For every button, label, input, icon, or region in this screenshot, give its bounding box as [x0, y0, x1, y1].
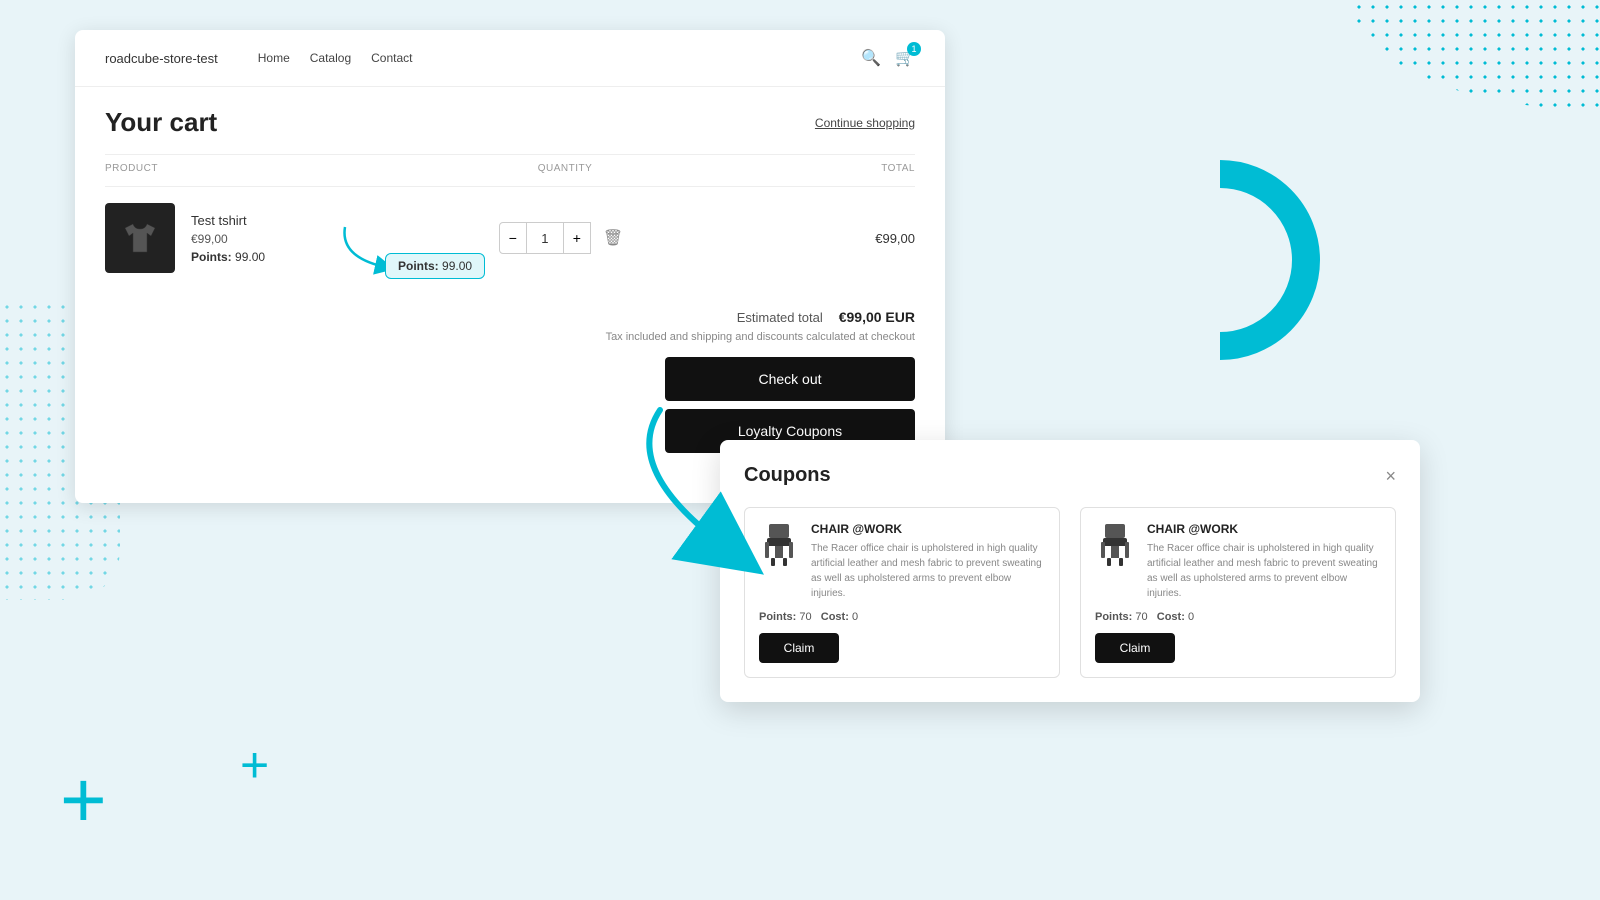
tooltip-value: 99.00	[442, 259, 472, 273]
coupon-cost-value-2: 0	[1188, 611, 1194, 623]
item-image	[105, 203, 175, 273]
continue-shopping-link[interactable]: Continue shopping	[815, 116, 915, 130]
bg-plus-large-decoration: +	[60, 760, 107, 840]
th-total: TOTAL	[645, 163, 915, 174]
coupon-cost-value-1: 0	[852, 611, 858, 623]
coupon-top-2: CHAIR @WORK The Racer office chair is up…	[1095, 522, 1381, 601]
coupon-points-value-1: 70	[799, 611, 811, 623]
nav-catalog[interactable]: Catalog	[310, 51, 351, 65]
quantity-decrease-button[interactable]: −	[499, 222, 527, 254]
modal-title: Coupons	[744, 464, 831, 487]
chair-icon-2	[1097, 524, 1133, 570]
coupon-top-1: CHAIR @WORK The Racer office chair is up…	[759, 522, 1045, 601]
modal-header: Coupons ×	[744, 464, 1396, 487]
bg-circle-decoration	[1120, 160, 1320, 360]
modal-close-button[interactable]: ×	[1385, 467, 1396, 485]
coupon-desc-1: The Racer office chair is upholstered in…	[811, 541, 1045, 601]
points-tooltip: Points: 99.00	[385, 253, 485, 279]
coupon-info-2: CHAIR @WORK The Racer office chair is up…	[1147, 522, 1381, 601]
coupon-cost-label-1: Cost:	[821, 611, 849, 623]
navigation: roadcube-store-test Home Catalog Contact…	[75, 30, 945, 87]
cart-badge: 1	[907, 42, 921, 56]
nav-contact[interactable]: Contact	[371, 51, 412, 65]
points-label: Points:	[191, 250, 232, 264]
claim-button-2[interactable]: Claim	[1095, 633, 1175, 663]
coupon-name-1: CHAIR @WORK	[811, 522, 1045, 536]
estimated-total-row: Estimated total €99,00 EUR	[737, 309, 915, 325]
claim-button-1[interactable]: Claim	[759, 633, 839, 663]
cart-item: Test tshirt €99,00 Points: 99.00 − 1 + 🗑…	[105, 186, 915, 289]
estimated-label: Estimated total	[737, 310, 823, 325]
coupon-card-1: CHAIR @WORK The Racer office chair is up…	[744, 507, 1060, 678]
coupons-grid: CHAIR @WORK The Racer office chair is up…	[744, 507, 1396, 678]
th-quantity: QUANTITY	[485, 163, 645, 174]
tooltip-label: Points:	[398, 259, 439, 273]
order-summary: Estimated total €99,00 EUR Tax included …	[105, 309, 915, 453]
coupon-points-value-2: 70	[1135, 611, 1147, 623]
coupon-meta-1: Points: 70 Cost: 0	[759, 611, 1045, 623]
points-value: 99.00	[235, 250, 265, 264]
cart-window: roadcube-store-test Home Catalog Contact…	[75, 30, 945, 503]
delete-item-button[interactable]: 🗑	[603, 228, 623, 248]
brand-name: roadcube-store-test	[105, 51, 218, 66]
search-icon[interactable]: 🔍	[861, 48, 881, 68]
coupon-desc-2: The Racer office chair is upholstered in…	[1147, 541, 1381, 601]
item-total: €99,00	[641, 231, 915, 246]
tax-note: Tax included and shipping and discounts …	[606, 331, 915, 343]
coupons-modal: Coupons × CHAIR @WORK	[720, 440, 1420, 702]
th-product: PRODUCT	[105, 163, 485, 174]
coupon-info-1: CHAIR @WORK The Racer office chair is up…	[811, 522, 1045, 601]
coupon-cost-label-2: Cost:	[1157, 611, 1185, 623]
chair-icon-1	[761, 524, 797, 570]
bg-dots-decoration	[1100, 0, 1600, 220]
coupon-points-label-2: Points:	[1095, 611, 1132, 623]
cart-content: Your cart Continue shopping PRODUCT QUAN…	[75, 87, 945, 473]
coupon-name-2: CHAIR @WORK	[1147, 522, 1381, 536]
cart-icon[interactable]: 🛒 1	[895, 48, 915, 68]
checkout-button[interactable]: Check out	[665, 357, 915, 401]
table-headers: PRODUCT QUANTITY TOTAL	[105, 154, 915, 182]
estimated-value: €99,00 EUR	[839, 309, 915, 325]
coupon-card-2: CHAIR @WORK The Racer office chair is up…	[1080, 507, 1396, 678]
bg-plus-small-decoration: +	[240, 740, 269, 790]
coupon-points-label-1: Points:	[759, 611, 796, 623]
quantity-value: 1	[527, 222, 563, 254]
item-quantity-control: − 1 + 🗑	[481, 222, 641, 254]
cart-title: Your cart	[105, 107, 217, 138]
nav-home[interactable]: Home	[258, 51, 290, 65]
coupon-image-2	[1095, 522, 1135, 572]
tshirt-svg-icon	[120, 218, 160, 258]
coupon-meta-2: Points: 70 Cost: 0	[1095, 611, 1381, 623]
coupon-image-1	[759, 522, 799, 572]
quantity-increase-button[interactable]: +	[563, 222, 591, 254]
nav-icons: 🔍 🛒 1	[861, 48, 915, 68]
nav-links: Home Catalog Contact	[258, 51, 861, 65]
cart-header-row: Your cart Continue shopping	[105, 107, 915, 138]
